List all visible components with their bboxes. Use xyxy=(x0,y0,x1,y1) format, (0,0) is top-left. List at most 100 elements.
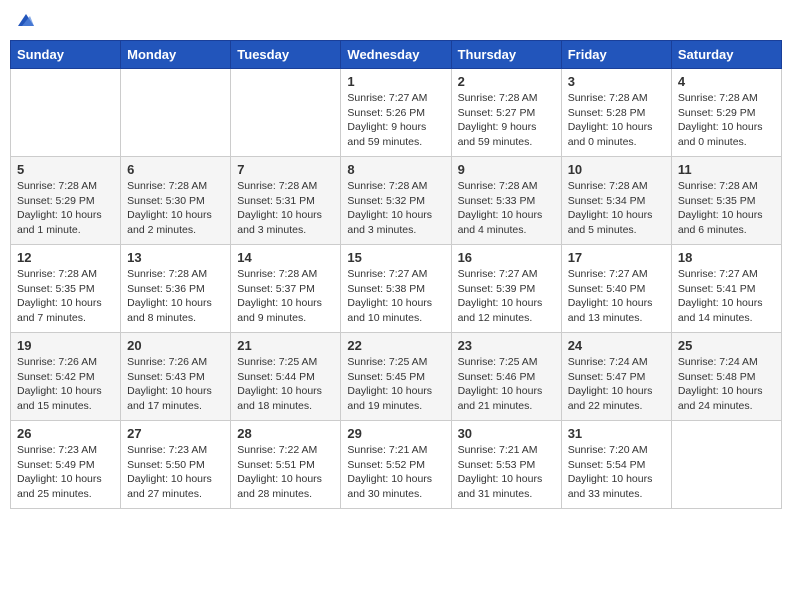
day-info: Sunrise: 7:23 AM Sunset: 5:49 PM Dayligh… xyxy=(17,443,114,502)
day-info: Sunrise: 7:28 AM Sunset: 5:35 PM Dayligh… xyxy=(678,179,775,238)
day-info: Sunrise: 7:26 AM Sunset: 5:42 PM Dayligh… xyxy=(17,355,114,414)
day-number: 21 xyxy=(237,338,334,353)
day-number: 26 xyxy=(17,426,114,441)
day-number: 16 xyxy=(458,250,555,265)
calendar-cell: 14 Sunrise: 7:28 AM Sunset: 5:37 PM Dayli… xyxy=(231,245,341,333)
day-info: Sunrise: 7:27 AM Sunset: 5:41 PM Dayligh… xyxy=(678,267,775,326)
calendar-cell: 3 Sunrise: 7:28 AM Sunset: 5:28 PM Daylig… xyxy=(561,69,671,157)
day-number: 31 xyxy=(568,426,665,441)
calendar-cell: 22Sunrise: 7:25 AM Sunset: 5:45 PM Dayli… xyxy=(341,333,451,421)
day-number: 2 xyxy=(458,74,555,89)
logo-icon xyxy=(16,10,36,30)
day-info: Sunrise: 7:28 AM Sunset: 5:32 PM Dayligh… xyxy=(347,179,444,238)
day-info: Sunrise: 7:20 AM Sunset: 5:54 PM Dayligh… xyxy=(568,443,665,502)
day-number: 3 xyxy=(568,74,665,89)
calendar-cell: 16 Sunrise: 7:27 AM Sunset: 5:39 PM Dayli… xyxy=(451,245,561,333)
calendar-table: SundayMondayTuesdayWednesdayThursdayFrid… xyxy=(10,40,782,509)
logo xyxy=(14,10,36,32)
calendar-cell: 15 Sunrise: 7:27 AM Sunset: 5:38 PM Dayli… xyxy=(341,245,451,333)
day-number: 6 xyxy=(127,162,224,177)
day-info: Sunrise: 7:28 AM Sunset: 5:36 PM Dayligh… xyxy=(127,267,224,326)
day-number: 4 xyxy=(678,74,775,89)
day-info: Sunrise: 7:28 AM Sunset: 5:31 PM Dayligh… xyxy=(237,179,334,238)
calendar-cell: 9 Sunrise: 7:28 AM Sunset: 5:33 PM Daylig… xyxy=(451,157,561,245)
day-number: 30 xyxy=(458,426,555,441)
day-info: Sunrise: 7:27 AM Sunset: 5:40 PM Dayligh… xyxy=(568,267,665,326)
calendar-cell: 18 Sunrise: 7:27 AM Sunset: 5:41 PM Dayli… xyxy=(671,245,781,333)
day-info: Sunrise: 7:21 AM Sunset: 5:53 PM Dayligh… xyxy=(458,443,555,502)
calendar-cell xyxy=(671,421,781,509)
day-info: Sunrise: 7:27 AM Sunset: 5:39 PM Dayligh… xyxy=(458,267,555,326)
weekday-header-tuesday: Tuesday xyxy=(231,41,341,69)
calendar-cell: 2 Sunrise: 7:28 AM Sunset: 5:27 PM Daylig… xyxy=(451,69,561,157)
calendar-cell: 4 Sunrise: 7:28 AM Sunset: 5:29 PM Daylig… xyxy=(671,69,781,157)
day-info: Sunrise: 7:28 AM Sunset: 5:35 PM Dayligh… xyxy=(17,267,114,326)
weekday-header-monday: Monday xyxy=(121,41,231,69)
day-number: 1 xyxy=(347,74,444,89)
calendar-cell: 20Sunrise: 7:26 AM Sunset: 5:43 PM Dayli… xyxy=(121,333,231,421)
day-number: 10 xyxy=(568,162,665,177)
calendar-cell: 30 Sunrise: 7:21 AM Sunset: 5:53 PM Dayli… xyxy=(451,421,561,509)
week-row-2: 5 Sunrise: 7:28 AM Sunset: 5:29 PM Daylig… xyxy=(11,157,782,245)
calendar-cell: 24Sunrise: 7:24 AM Sunset: 5:47 PM Dayli… xyxy=(561,333,671,421)
day-info: Sunrise: 7:22 AM Sunset: 5:51 PM Dayligh… xyxy=(237,443,334,502)
calendar-cell: 31 Sunrise: 7:20 AM Sunset: 5:54 PM Dayli… xyxy=(561,421,671,509)
day-info: Sunrise: 7:28 AM Sunset: 5:29 PM Dayligh… xyxy=(17,179,114,238)
calendar-cell: 8 Sunrise: 7:28 AM Sunset: 5:32 PM Daylig… xyxy=(341,157,451,245)
day-info: Sunrise: 7:28 AM Sunset: 5:27 PM Dayligh… xyxy=(458,91,555,150)
calendar-cell: 29 Sunrise: 7:21 AM Sunset: 5:52 PM Dayli… xyxy=(341,421,451,509)
day-number: 7 xyxy=(237,162,334,177)
calendar-cell xyxy=(121,69,231,157)
day-info: Sunrise: 7:24 AM Sunset: 5:48 PM Dayligh… xyxy=(678,355,775,414)
day-info: Sunrise: 7:28 AM Sunset: 5:34 PM Dayligh… xyxy=(568,179,665,238)
day-info: Sunrise: 7:26 AM Sunset: 5:43 PM Dayligh… xyxy=(127,355,224,414)
day-number: 28 xyxy=(237,426,334,441)
day-info: Sunrise: 7:21 AM Sunset: 5:52 PM Dayligh… xyxy=(347,443,444,502)
calendar-cell xyxy=(231,69,341,157)
day-number: 15 xyxy=(347,250,444,265)
day-info: Sunrise: 7:23 AM Sunset: 5:50 PM Dayligh… xyxy=(127,443,224,502)
weekday-header-sunday: Sunday xyxy=(11,41,121,69)
weekday-header-saturday: Saturday xyxy=(671,41,781,69)
week-row-3: 12 Sunrise: 7:28 AM Sunset: 5:35 PM Dayli… xyxy=(11,245,782,333)
calendar-cell: 11 Sunrise: 7:28 AM Sunset: 5:35 PM Dayli… xyxy=(671,157,781,245)
calendar-cell: 6Sunrise: 7:28 AM Sunset: 5:30 PM Daylig… xyxy=(121,157,231,245)
day-number: 19 xyxy=(17,338,114,353)
day-info: Sunrise: 7:25 AM Sunset: 5:46 PM Dayligh… xyxy=(458,355,555,414)
calendar-cell: 23 Sunrise: 7:25 AM Sunset: 5:46 PM Dayli… xyxy=(451,333,561,421)
day-number: 9 xyxy=(458,162,555,177)
day-info: Sunrise: 7:24 AM Sunset: 5:47 PM Dayligh… xyxy=(568,355,665,414)
day-number: 17 xyxy=(568,250,665,265)
day-info: Sunrise: 7:28 AM Sunset: 5:29 PM Dayligh… xyxy=(678,91,775,150)
calendar-cell: 21 Sunrise: 7:25 AM Sunset: 5:44 PM Dayli… xyxy=(231,333,341,421)
week-row-1: 1 Sunrise: 7:27 AM Sunset: 5:26 PM Daylig… xyxy=(11,69,782,157)
day-number: 29 xyxy=(347,426,444,441)
calendar-cell: 28 Sunrise: 7:22 AM Sunset: 5:51 PM Dayli… xyxy=(231,421,341,509)
day-number: 23 xyxy=(458,338,555,353)
day-number: 12 xyxy=(17,250,114,265)
day-info: Sunrise: 7:27 AM Sunset: 5:38 PM Dayligh… xyxy=(347,267,444,326)
weekday-header-row: SundayMondayTuesdayWednesdayThursdayFrid… xyxy=(11,41,782,69)
day-info: Sunrise: 7:28 AM Sunset: 5:37 PM Dayligh… xyxy=(237,267,334,326)
day-number: 5 xyxy=(17,162,114,177)
day-info: Sunrise: 7:28 AM Sunset: 5:28 PM Dayligh… xyxy=(568,91,665,150)
calendar-cell: 25Sunrise: 7:24 AM Sunset: 5:48 PM Dayli… xyxy=(671,333,781,421)
day-number: 11 xyxy=(678,162,775,177)
day-number: 18 xyxy=(678,250,775,265)
calendar-cell: 5 Sunrise: 7:28 AM Sunset: 5:29 PM Daylig… xyxy=(11,157,121,245)
day-info: Sunrise: 7:25 AM Sunset: 5:44 PM Dayligh… xyxy=(237,355,334,414)
calendar-cell: 19 Sunrise: 7:26 AM Sunset: 5:42 PM Dayli… xyxy=(11,333,121,421)
day-number: 14 xyxy=(237,250,334,265)
day-number: 8 xyxy=(347,162,444,177)
day-info: Sunrise: 7:27 AM Sunset: 5:26 PM Dayligh… xyxy=(347,91,444,150)
calendar-cell: 26 Sunrise: 7:23 AM Sunset: 5:49 PM Dayli… xyxy=(11,421,121,509)
calendar-cell: 27 Sunrise: 7:23 AM Sunset: 5:50 PM Dayli… xyxy=(121,421,231,509)
day-number: 22 xyxy=(347,338,444,353)
calendar-cell xyxy=(11,69,121,157)
calendar-cell: 13Sunrise: 7:28 AM Sunset: 5:36 PM Dayli… xyxy=(121,245,231,333)
week-row-4: 19 Sunrise: 7:26 AM Sunset: 5:42 PM Dayli… xyxy=(11,333,782,421)
day-info: Sunrise: 7:28 AM Sunset: 5:33 PM Dayligh… xyxy=(458,179,555,238)
calendar-cell: 10 Sunrise: 7:28 AM Sunset: 5:34 PM Dayli… xyxy=(561,157,671,245)
day-number: 27 xyxy=(127,426,224,441)
calendar-cell: 1 Sunrise: 7:27 AM Sunset: 5:26 PM Daylig… xyxy=(341,69,451,157)
